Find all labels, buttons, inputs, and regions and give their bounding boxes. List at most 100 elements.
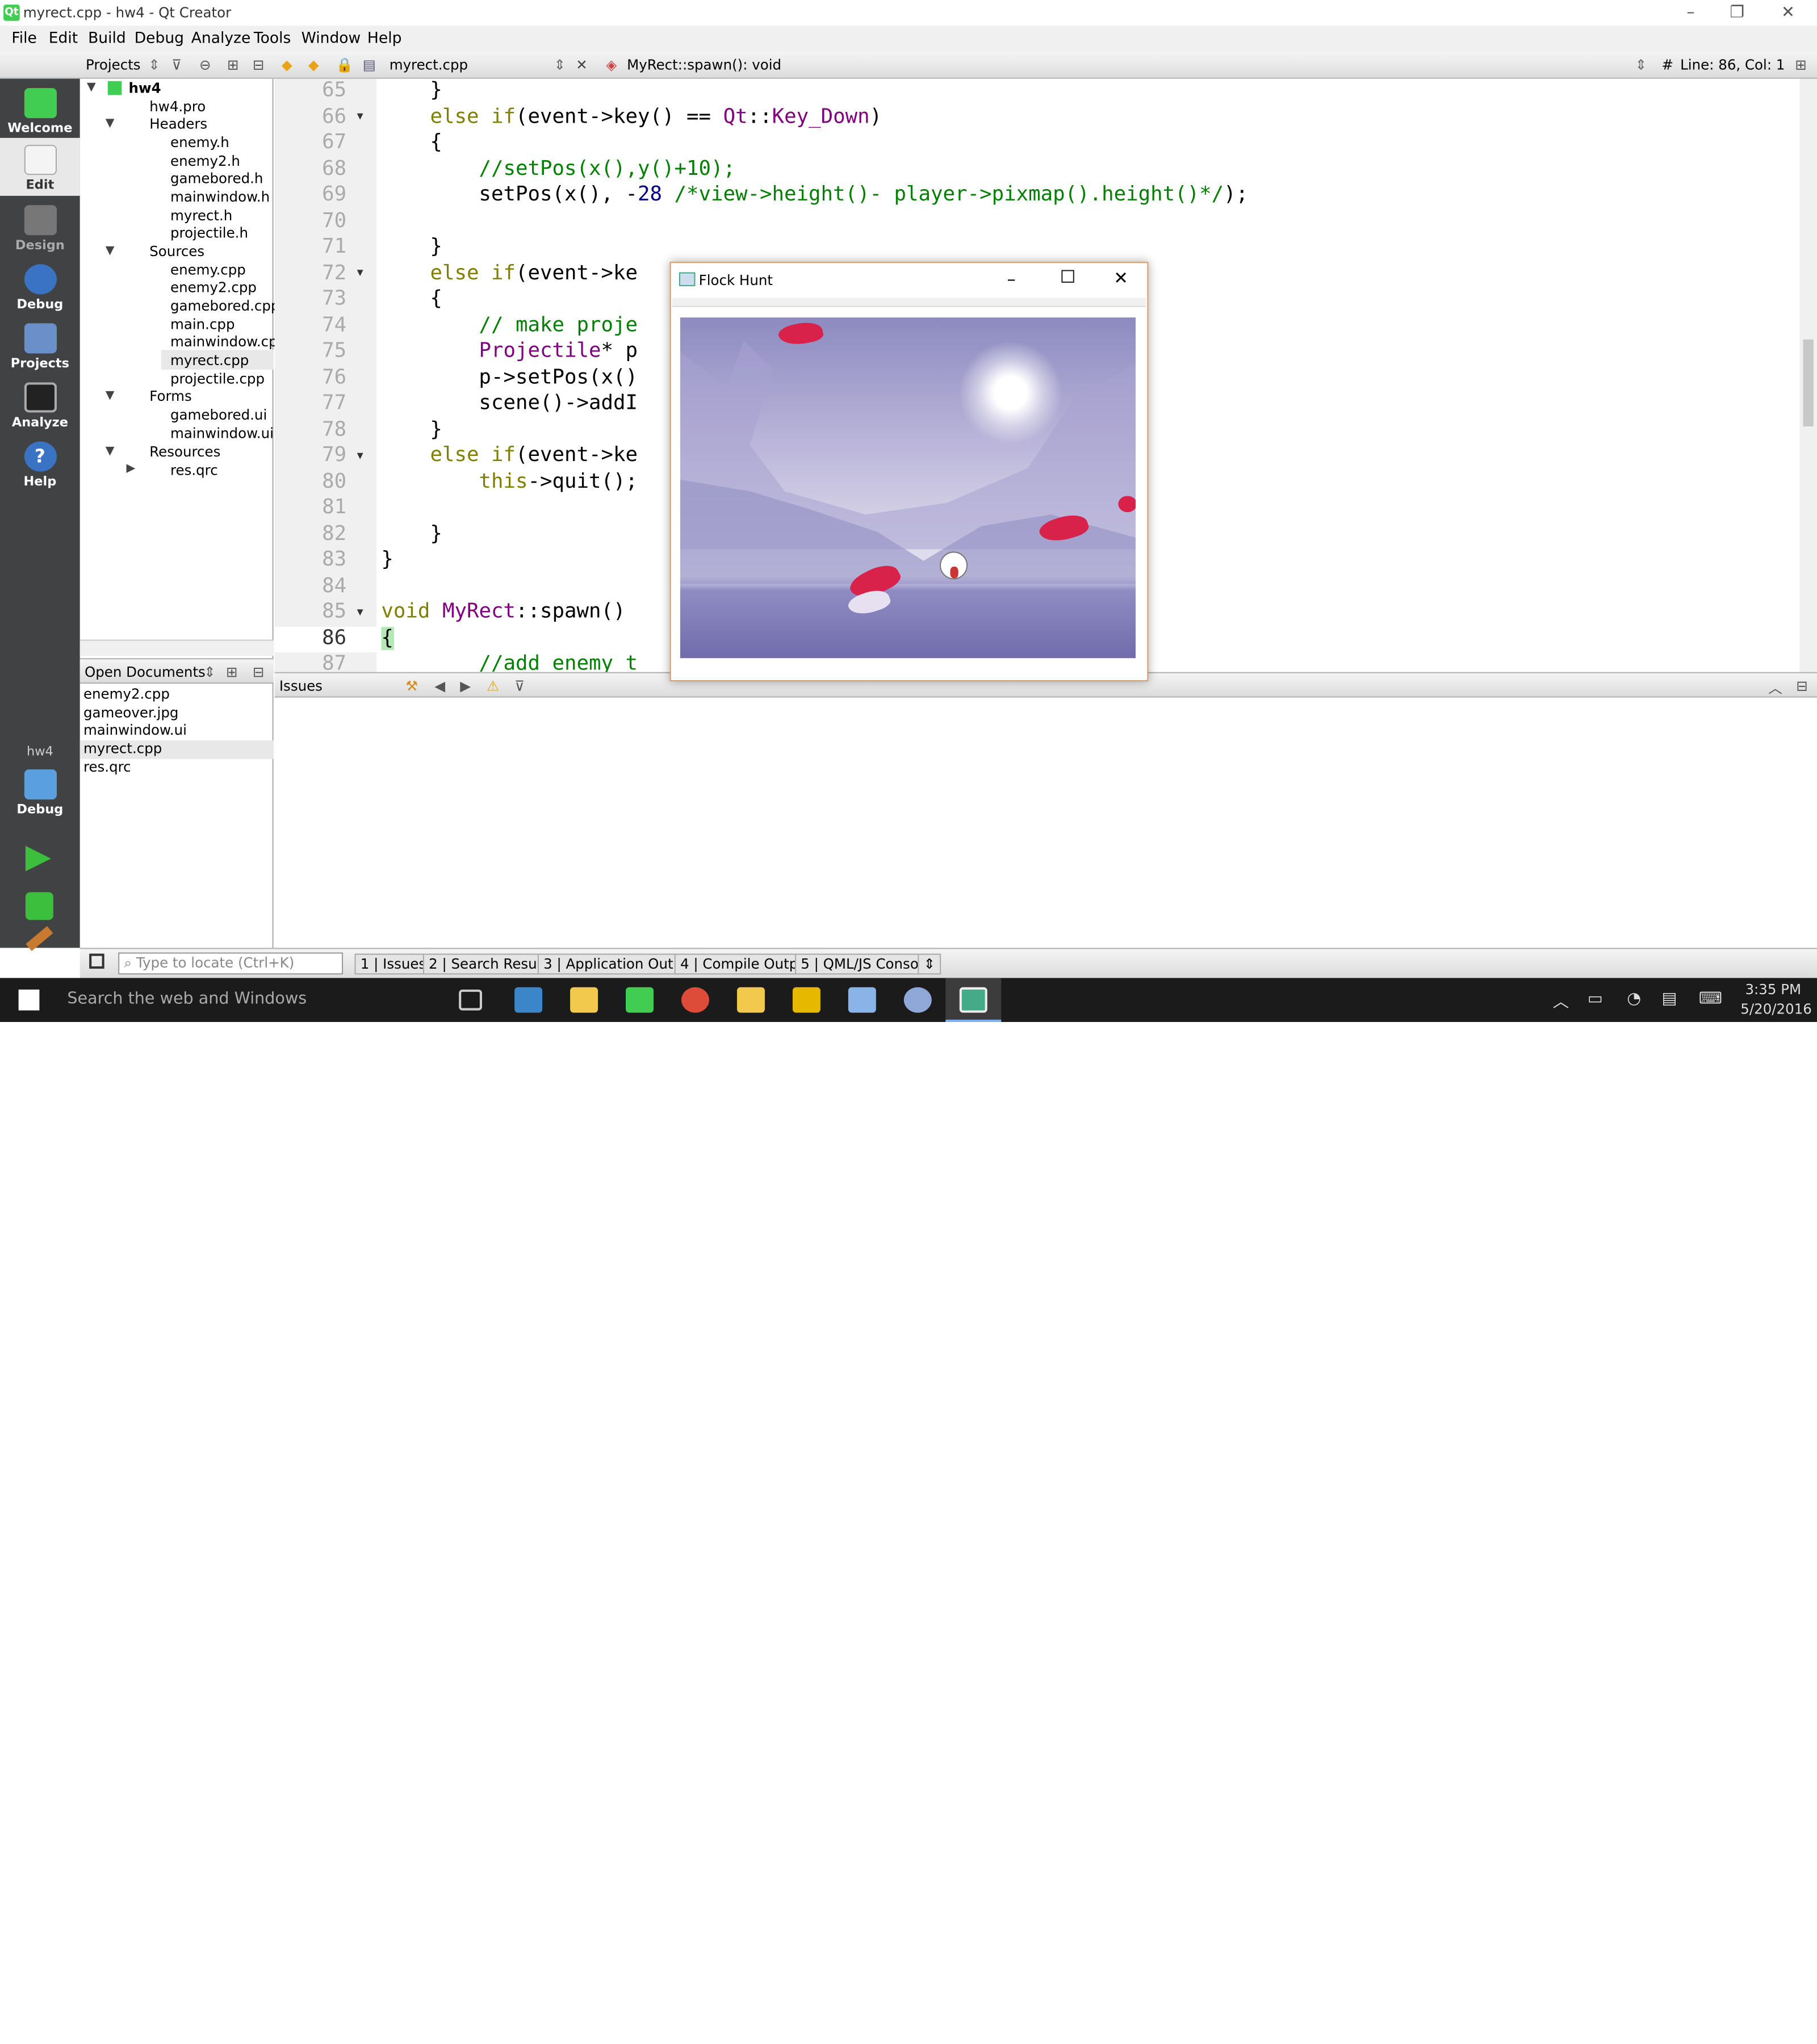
- clean-icon[interactable]: ⚒: [405, 678, 418, 694]
- next-arrow-icon[interactable]: ▶: [460, 678, 471, 694]
- menu-edit[interactable]: Edit: [49, 30, 78, 48]
- flock-hunt-taskbar-icon[interactable]: [959, 987, 987, 1013]
- expand-arrow-icon[interactable]: ▼: [106, 117, 115, 129]
- filter-icon[interactable]: ⊽: [514, 678, 525, 694]
- locator-input[interactable]: ⌕ Type to locate (Ctrl+K): [118, 952, 344, 975]
- prev-arrow-icon[interactable]: ◀: [434, 678, 445, 694]
- list-item[interactable]: res.qrc: [80, 759, 274, 777]
- clock-date[interactable]: 5/20/2016: [1740, 1001, 1812, 1017]
- kit-selector[interactable]: Debug: [0, 763, 80, 823]
- menu-tools[interactable]: Tools: [254, 30, 291, 48]
- qt-creator-icon[interactable]: [626, 987, 654, 1013]
- tree-item[interactable]: gamebored.cpp: [170, 298, 280, 314]
- fold-marker-icon[interactable]: ▼: [357, 267, 363, 279]
- minimize-button[interactable]: –: [1664, 0, 1718, 26]
- close-pane-icon[interactable]: ⊟: [253, 664, 265, 680]
- combo-arrow-icon[interactable]: ⇕: [554, 57, 566, 73]
- menu-help[interactable]: Help: [367, 30, 401, 48]
- menu-build[interactable]: Build: [88, 30, 126, 48]
- mode-help[interactable]: ? Help: [0, 434, 80, 492]
- tree-item[interactable]: res.qrc: [170, 462, 218, 479]
- build-hammer-icon[interactable]: [26, 926, 53, 952]
- keyboard-icon[interactable]: ⌨: [1699, 990, 1722, 1008]
- minimize-button[interactable]: –: [1007, 269, 1015, 290]
- fold-marker-icon[interactable]: ▼: [357, 607, 363, 618]
- expand-arrow-icon[interactable]: ▼: [106, 389, 115, 402]
- tree-item[interactable]: gamebored.ui: [170, 407, 267, 423]
- list-item[interactable]: mainwindow.ui: [80, 722, 274, 740]
- mode-analyze[interactable]: Analyze: [0, 375, 80, 433]
- horizontal-scrollbar[interactable]: [79, 639, 274, 656]
- paint-icon[interactable]: [903, 987, 932, 1013]
- tree-project-root[interactable]: hw4: [129, 80, 161, 97]
- mode-edit[interactable]: Edit: [0, 137, 80, 196]
- menu-debug[interactable]: Debug: [135, 30, 184, 48]
- more-tabs-icon[interactable]: ⇕: [918, 953, 941, 975]
- output-tab-qml-console[interactable]: 5 | QML/JS Console: [794, 953, 937, 975]
- expand-arrow-icon[interactable]: ▼: [106, 445, 115, 458]
- forward-arrow-icon[interactable]: ◆: [308, 57, 319, 73]
- tree-folder-headers[interactable]: Headers: [149, 116, 207, 132]
- cursor-position[interactable]: Line: 86, Col: 1: [1680, 57, 1785, 73]
- tree-item-selected[interactable]: myrect.cpp: [170, 352, 249, 368]
- expand-arrow-icon[interactable]: ▼: [106, 245, 115, 257]
- notification-icon[interactable]: ▤: [1662, 990, 1677, 1008]
- close-document-icon[interactable]: ✕: [576, 57, 588, 73]
- file-combo[interactable]: myrect.cpp: [390, 57, 468, 73]
- split-icon[interactable]: ⊞: [226, 664, 238, 680]
- tree-item[interactable]: enemy.h: [170, 135, 229, 151]
- warning-icon[interactable]: ⚠: [487, 678, 499, 694]
- projects-combo[interactable]: Projects: [86, 57, 141, 73]
- link-icon[interactable]: ⊖: [199, 57, 211, 73]
- function-combo[interactable]: MyRect::spawn(): void: [627, 57, 781, 73]
- editor-vertical-scrollbar[interactable]: [1799, 78, 1817, 672]
- tray-chevron-icon[interactable]: ︿: [1553, 990, 1569, 1013]
- chrome-icon[interactable]: [681, 987, 709, 1013]
- tree-item[interactable]: projectile.cpp: [170, 371, 265, 387]
- menu-file[interactable]: File: [11, 30, 36, 48]
- mode-projects[interactable]: Projects: [0, 316, 80, 374]
- tree-item[interactable]: enemy2.cpp: [170, 279, 257, 296]
- tree-item[interactable]: myrect.h: [170, 207, 232, 224]
- downloads-icon[interactable]: [792, 987, 820, 1013]
- tree-item[interactable]: gamebored.h: [170, 170, 263, 187]
- tree-item[interactable]: enemy2.h: [170, 153, 240, 169]
- combo-arrow-icon[interactable]: ⇕: [148, 57, 160, 73]
- restore-button[interactable]: ❐: [1710, 0, 1764, 26]
- tree-item[interactable]: projectile.h: [170, 225, 248, 241]
- list-item[interactable]: enemy2.cpp: [80, 686, 274, 704]
- scroll-thumb[interactable]: [1803, 339, 1814, 427]
- fold-marker-icon[interactable]: ▼: [357, 111, 363, 123]
- close-pane-icon[interactable]: ⊟: [253, 57, 265, 73]
- taskbar-search[interactable]: Search the web and Windows: [67, 990, 307, 1008]
- tree-folder-resources[interactable]: Resources: [149, 444, 220, 460]
- file-explorer-icon[interactable]: [570, 987, 598, 1013]
- tree-item[interactable]: main.cpp: [170, 316, 235, 333]
- tree-folder-sources[interactable]: Sources: [149, 244, 204, 260]
- expand-arrow-icon[interactable]: ▼: [87, 81, 96, 94]
- toggle-sidebar-icon[interactable]: [89, 953, 104, 969]
- maximize-button[interactable]: [1061, 270, 1074, 283]
- filter-icon[interactable]: ⊽: [171, 57, 182, 73]
- tree-item[interactable]: enemy.cpp: [170, 262, 246, 278]
- clock-time[interactable]: 3:35 PM: [1745, 982, 1801, 998]
- list-item[interactable]: gameover.jpg: [80, 704, 274, 722]
- combo-arrow-icon[interactable]: ⇕: [204, 664, 216, 680]
- mode-debug[interactable]: Debug: [0, 257, 80, 315]
- tree-item[interactable]: mainwindow.h: [170, 189, 270, 206]
- game-scene[interactable]: [680, 317, 1136, 659]
- menu-window[interactable]: Window: [302, 30, 361, 48]
- debug-run-icon[interactable]: [25, 892, 53, 920]
- photos-icon[interactable]: [848, 987, 876, 1013]
- menu-analyze[interactable]: Analyze: [191, 30, 251, 48]
- mode-design[interactable]: Design: [0, 198, 80, 256]
- wifi-icon[interactable]: ◔: [1627, 990, 1641, 1008]
- back-arrow-icon[interactable]: ◆: [282, 57, 292, 73]
- list-item-selected[interactable]: myrect.cpp: [79, 740, 274, 759]
- mode-welcome[interactable]: Welcome: [0, 81, 80, 139]
- tree-item[interactable]: mainwindow.cpp: [170, 334, 286, 350]
- collapse-arrow-icon[interactable]: ▶: [126, 462, 135, 475]
- close-button[interactable]: ✕: [1113, 267, 1128, 288]
- close-pane-icon[interactable]: ⊟: [1796, 678, 1808, 694]
- combo-arrow-icon[interactable]: ⇕: [1635, 57, 1647, 73]
